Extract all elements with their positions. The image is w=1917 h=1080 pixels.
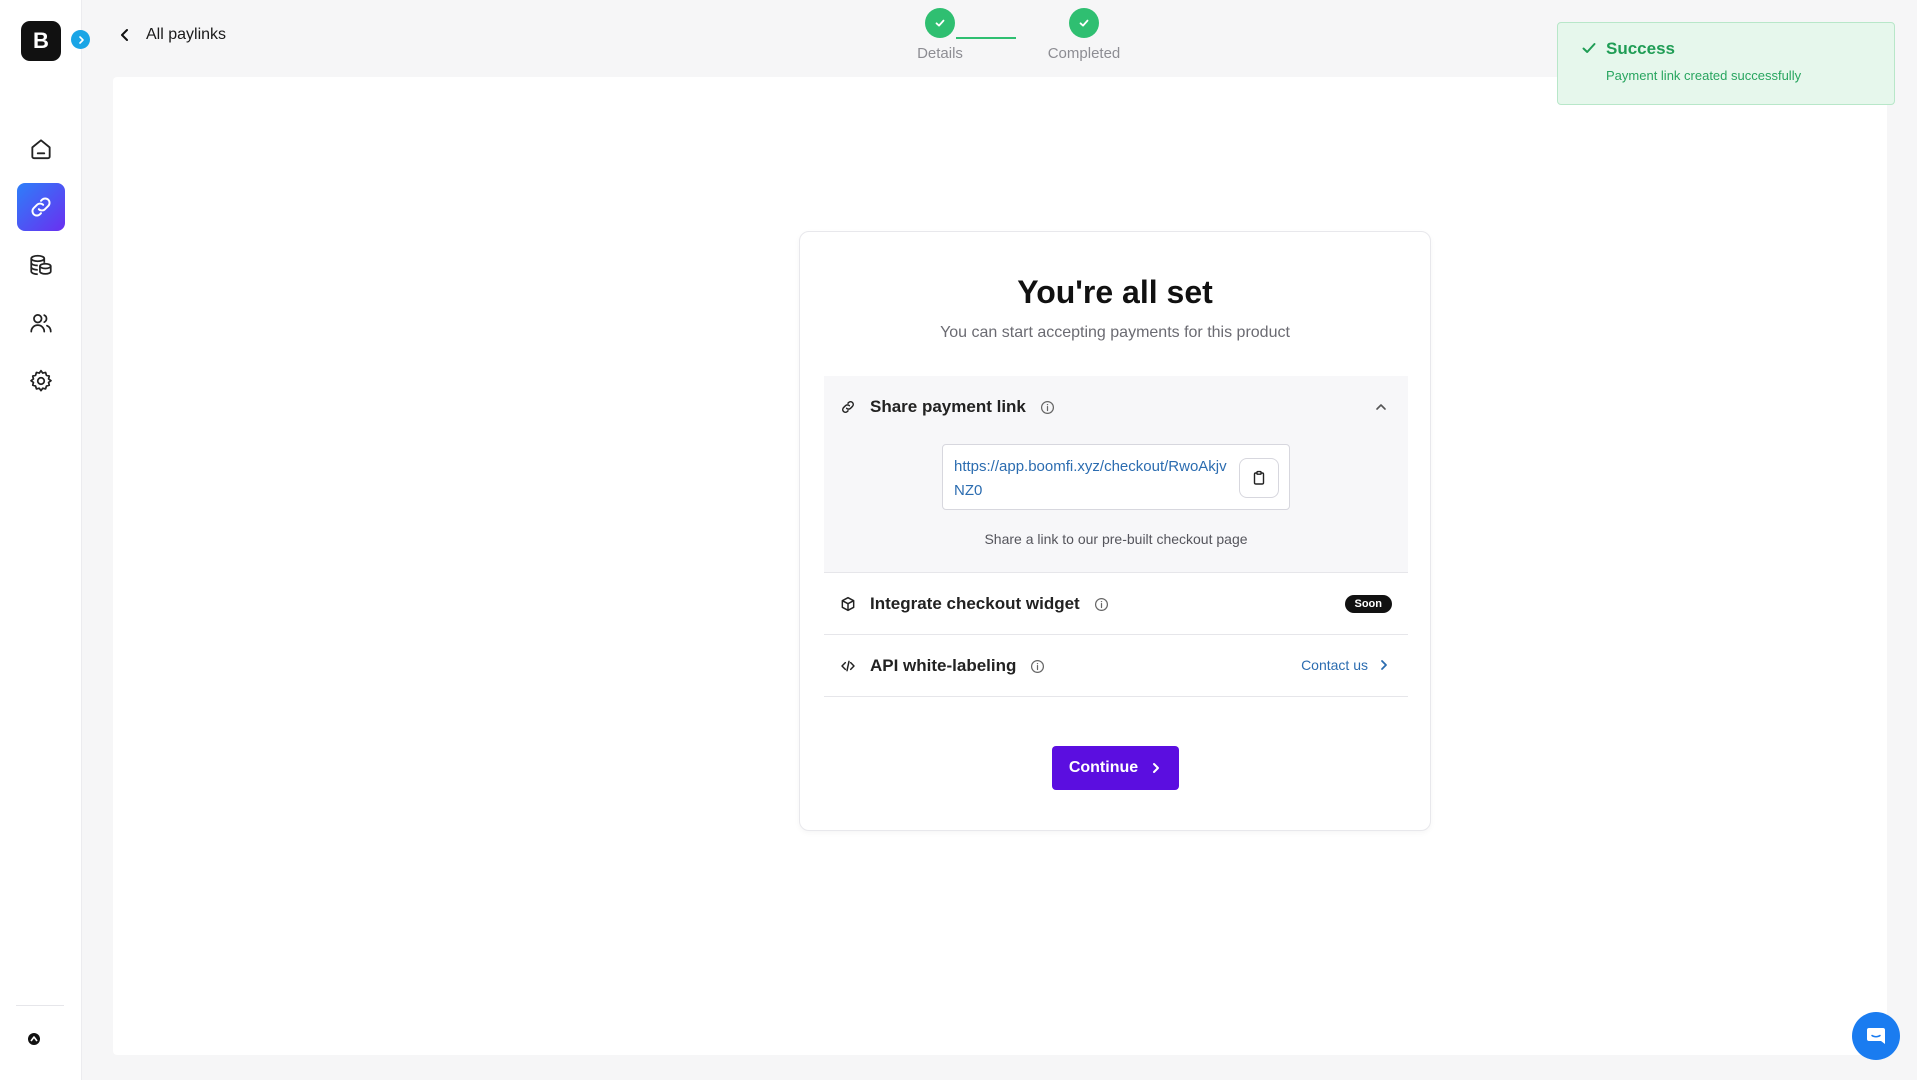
step-complete-dot [925,8,955,38]
chat-icon [1867,1028,1885,1044]
back-to-paylinks-link[interactable]: All paylinks [118,26,226,44]
sidebar-divider [16,1005,64,1006]
step-label: Completed [1047,45,1121,62]
sidebar-item-paylinks[interactable] [17,183,65,231]
toast-message: Payment link created successfully [1606,68,1802,83]
sidebar-item-home[interactable] [17,125,65,173]
success-card: You're all set You can start accepting p… [799,231,1431,831]
success-toast: Success Payment link created successfull… [1557,22,1895,105]
payment-link-url[interactable]: https://app.boomfi.xyz/checkout/RwoAkjvN… [954,455,1232,503]
cube-icon [841,596,855,612]
info-icon[interactable] [1040,400,1055,415]
api-section-title: API white-labeling [870,656,1017,675]
payment-link-caption: Share a link to our pre-built checkout p… [984,531,1248,547]
info-icon[interactable] [1030,659,1045,674]
copy-link-button[interactable] [1239,458,1279,498]
share-payment-link-section: Share payment link https://app.boomfi.xy… [824,376,1408,573]
api-section-header: API white-labeling [840,635,1045,697]
chevron-right-icon [78,35,84,44]
check-icon [1582,43,1596,53]
expand-sidebar-button[interactable] [71,30,90,49]
payment-link-field[interactable]: https://app.boomfi.xyz/checkout/RwoAkjvN… [942,444,1290,510]
continue-button[interactable]: Continue [1052,746,1179,790]
sidebar: B [0,0,90,1080]
chevron-right-icon [1153,763,1160,773]
contact-us-label: Contact us [1301,657,1368,673]
sidebar-item-customers[interactable] [17,299,65,347]
api-white-labeling-section: API white-labeling Contact us [824,635,1408,697]
contact-us-link[interactable]: Contact us [1301,657,1390,673]
sidebar-item-transactions[interactable] [17,241,65,289]
main-panel: You're all set You can start accepting p… [113,77,1887,1055]
clipboard-icon [1253,470,1265,485]
back-link-label: All paylinks [146,26,227,43]
chevron-left-icon [121,29,128,41]
step-completed: Completed [1024,8,1144,62]
continue-label: Continue [1068,759,1139,776]
info-icon[interactable] [1094,597,1109,612]
step-label: Details [917,45,963,62]
soon-badge: Soon [1344,595,1392,613]
users-icon [30,314,52,333]
gear-icon [30,369,52,392]
logo-letter: B [33,28,49,53]
share-section-title: Share payment link [870,397,1026,416]
link-icon [842,401,854,413]
card-title: You're all set [1017,274,1213,310]
checkout-widget-section: Integrate checkout widget Soon [824,573,1408,635]
share-section-header[interactable]: Share payment link [840,376,1055,438]
chevron-up-icon[interactable] [1374,400,1388,414]
widget-section-header: Integrate checkout widget [840,573,1109,635]
support-chat-button[interactable] [1852,1012,1900,1060]
check-icon [935,19,945,27]
step-connector [956,37,1016,39]
coins-icon [30,254,52,276]
widget-section-title: Integrate checkout widget [870,594,1080,613]
sidebar-item-settings[interactable] [17,357,65,405]
step-complete-dot [1069,8,1099,38]
home-icon [31,139,51,160]
code-icon [841,660,855,672]
check-icon [1079,19,1089,27]
link-icon [31,197,51,217]
chevron-right-icon [1381,660,1387,670]
step-details: Details [880,8,1000,62]
account-icon[interactable] [27,1032,41,1046]
card-subtitle: You can start accepting payments for thi… [940,324,1290,341]
logo[interactable]: B [21,21,61,61]
toast-title: Success [1606,39,1675,58]
progress-stepper: Details Completed [880,8,1120,68]
